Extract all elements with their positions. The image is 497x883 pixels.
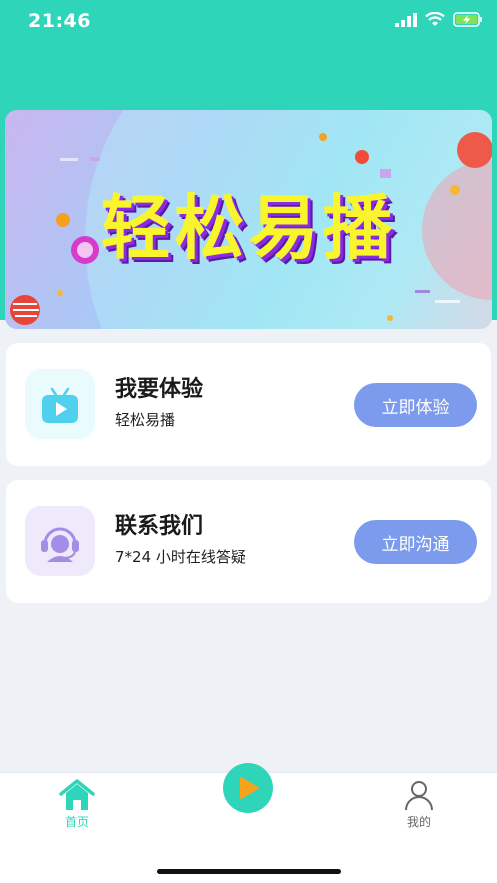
contact-card: 联系我们 7*24 小时在线答疑 立即沟通 bbox=[6, 480, 491, 603]
try-now-button[interactable]: 立即体验 bbox=[354, 383, 477, 427]
home-icon bbox=[59, 779, 95, 810]
card-title: 联系我们 bbox=[115, 514, 204, 539]
signal-icon bbox=[395, 12, 417, 27]
wifi-icon bbox=[425, 12, 445, 26]
promo-banner[interactable]: 轻松易播 bbox=[5, 110, 492, 329]
status-icons bbox=[395, 12, 483, 27]
tab-mine-label: 我的 bbox=[406, 815, 431, 829]
headset-support-icon-box bbox=[25, 506, 95, 576]
card-subtitle: 7*24 小时在线答疑 bbox=[115, 548, 246, 566]
tab-mine[interactable]: 我的 bbox=[379, 779, 459, 830]
headset-support-icon bbox=[41, 527, 79, 562]
center-play-button[interactable] bbox=[223, 763, 273, 813]
home-indicator bbox=[157, 869, 341, 874]
experience-card: 我要体验 轻松易播 立即体验 bbox=[6, 343, 491, 466]
tv-play-icon-box bbox=[25, 369, 95, 439]
banner-title: 轻松易播 bbox=[100, 187, 397, 269]
tab-home[interactable]: 首页 bbox=[37, 779, 117, 830]
tv-play-icon bbox=[42, 387, 78, 423]
status-bar: 21:46 bbox=[0, 0, 497, 44]
tab-home-label: 首页 bbox=[64, 815, 89, 829]
play-icon bbox=[240, 777, 259, 799]
status-time: 21:46 bbox=[28, 10, 91, 32]
battery-charging-icon bbox=[453, 12, 482, 27]
user-icon bbox=[405, 781, 433, 811]
contact-now-button[interactable]: 立即沟通 bbox=[354, 520, 477, 564]
card-subtitle: 轻松易播 bbox=[115, 411, 176, 429]
card-title: 我要体验 bbox=[115, 377, 204, 402]
